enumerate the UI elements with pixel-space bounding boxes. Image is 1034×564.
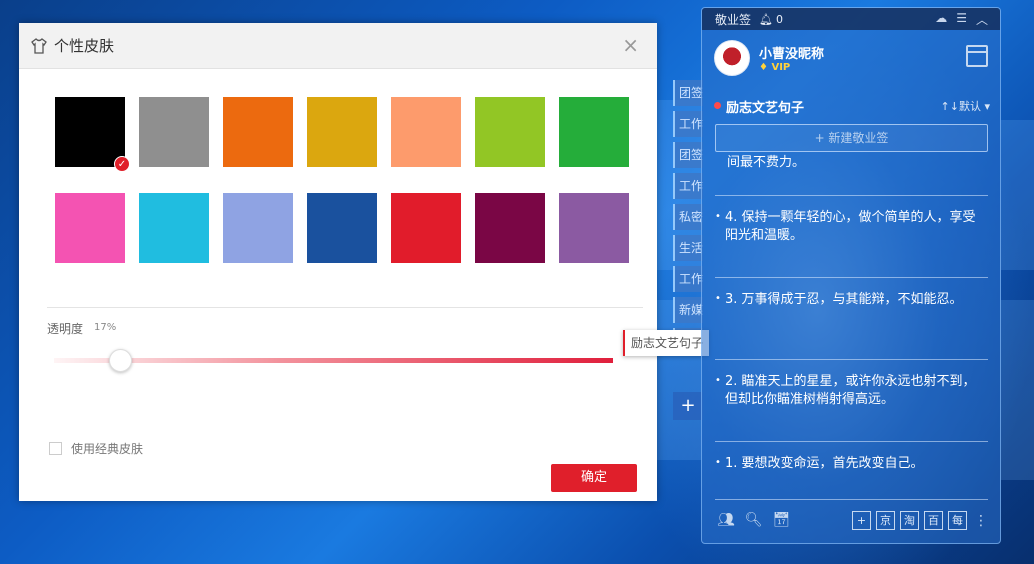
opacity-slider-track[interactable] — [54, 358, 613, 363]
color-swatch[interactable] — [223, 97, 293, 167]
app-title: 敬业签 — [715, 12, 752, 27]
note-separator — [715, 195, 988, 196]
vip-badge: ♦ VIP — [759, 62, 790, 73]
sort-label: ↑↓默认 — [940, 100, 981, 113]
classic-skin-label: 使用经典皮肤 — [71, 442, 144, 456]
note-bullet-icon: • — [715, 457, 721, 468]
classic-skin-option[interactable]: 使用经典皮肤 — [49, 440, 143, 457]
search-icon[interactable]: 🔍︎ — [745, 512, 763, 528]
user-name[interactable]: 小曹没昵称 — [759, 43, 879, 62]
quick-link-button[interactable]: 京 — [876, 511, 895, 530]
window-pane — [1001, 300, 1034, 480]
confirm-button[interactable]: 确定 — [551, 464, 637, 492]
side-tab[interactable]: 工作 — [673, 111, 703, 137]
skin-dialog: 个性皮肤 × ✓ 透明度 17% 使用经典皮肤 确定 — [19, 23, 657, 501]
collapse-icon[interactable]: ︿ — [976, 11, 988, 28]
color-swatch[interactable] — [307, 193, 377, 263]
close-icon[interactable]: × — [622, 34, 639, 56]
color-swatch[interactable] — [475, 193, 545, 263]
sort-dropdown[interactable]: ↑↓默认 ▾ — [941, 98, 990, 114]
quick-link-button[interactable]: 每 — [948, 511, 967, 530]
side-tab[interactable]: 团签 — [673, 80, 703, 106]
color-swatch[interactable] — [475, 97, 545, 167]
side-tab[interactable]: 私密 — [673, 204, 703, 230]
category-header: 励志文艺句子 ↑↓默认 ▾ — [714, 97, 990, 116]
panel-titlebar: 敬业签 🔔︎ 0 ☁ ☰ ︿ — [702, 8, 1000, 30]
caret-down-icon: ▾ — [984, 100, 990, 113]
new-note-input[interactable]: + 新建敬业签 — [715, 124, 988, 152]
color-swatch[interactable] — [559, 97, 629, 167]
window-pane — [1001, 120, 1034, 270]
color-swatch[interactable]: ✓ — [55, 97, 130, 172]
note-text: 3. 万事得成于忍，与其能辩，不如能忍。 — [725, 292, 963, 307]
quick-link-button[interactable]: 百 — [924, 511, 943, 530]
divider — [47, 307, 643, 308]
diamond-icon: ♦ — [759, 62, 768, 73]
note-bullet-icon: • — [715, 293, 721, 304]
note-separator — [715, 277, 988, 278]
add-category-button[interactable]: + — [673, 392, 703, 420]
color-swatch[interactable] — [307, 97, 377, 167]
color-swatch[interactable] — [559, 193, 629, 263]
category-dot-icon — [714, 102, 721, 109]
category-tooltip: 励志文艺句子 — [623, 330, 710, 356]
avatar[interactable] — [714, 40, 750, 76]
dialog-title: 个性皮肤 — [54, 37, 115, 55]
category-name: 励志文艺句子 — [726, 101, 805, 116]
selected-check-icon: ✓ — [114, 156, 130, 172]
opacity-slider-thumb[interactable] — [108, 349, 132, 372]
note-bullet-icon: • — [715, 375, 721, 386]
opacity-label: 透明度 — [47, 322, 84, 336]
note-separator — [715, 359, 988, 360]
schedule-icon[interactable]: 📅︎ — [773, 512, 791, 528]
note-text: 2. 瞄准天上的星星，或许你永远也射不到，但却比你瞄准树梢射得高远。 — [725, 374, 976, 407]
classic-skin-checkbox[interactable] — [49, 442, 62, 455]
note-text: 1. 要想改变命运，首先改变自己。 — [725, 456, 924, 471]
side-tab[interactable]: 新媒 — [673, 297, 703, 323]
side-tab[interactable]: 工作 — [673, 266, 703, 292]
menu-icon[interactable]: ☰ — [956, 11, 967, 28]
color-swatch[interactable] — [391, 97, 461, 167]
color-swatch[interactable] — [139, 193, 209, 263]
vip-label: VIP — [771, 62, 791, 73]
note-text: 4. 保持一颗年轻的心，做个简单的人，享受阳光和温暖。 — [725, 210, 976, 243]
note-panel: 敬业签 🔔︎ 0 ☁ ☰ ︿ 小曹没昵称 ♦ VIP 励志文艺句子 ↑↓默认 ▾… — [701, 7, 1001, 544]
color-swatch[interactable] — [55, 193, 125, 263]
side-tab[interactable]: 生活 — [673, 235, 703, 261]
user-profile: 小曹没昵称 ♦ VIP — [714, 40, 824, 76]
reminder-count: 0 — [775, 12, 783, 26]
note-list: 间最不费力。 • 4. 保持一颗年轻的心，做个简单的人，享受阳光和温暖。 • 3. 万… — [715, 153, 988, 501]
color-swatch[interactable] — [223, 193, 293, 263]
panel-bottom-bar: 👥︎ 🔍︎ 📅︎ + 京淘百每 ⋮ — [702, 503, 1000, 543]
calendar-icon[interactable] — [966, 45, 988, 67]
color-swatch[interactable] — [391, 193, 461, 263]
quick-link-button[interactable]: + — [852, 511, 871, 530]
more-icon[interactable]: ⋮ — [974, 513, 988, 529]
shirt-icon — [31, 37, 47, 54]
side-tab[interactable]: 团签 — [673, 142, 703, 168]
note-separator — [715, 499, 988, 500]
partial-note-text: 间最不费力。 — [727, 155, 806, 170]
contacts-icon[interactable]: 👥︎ — [717, 512, 735, 528]
window-pane — [657, 300, 701, 460]
side-tab[interactable]: 工作 — [673, 173, 703, 199]
opacity-value: 17% — [94, 322, 117, 333]
quick-link-button[interactable]: 淘 — [900, 511, 919, 530]
color-swatch[interactable] — [139, 97, 209, 167]
cloud-icon[interactable]: ☁ — [935, 11, 947, 28]
note-separator — [715, 441, 988, 442]
bell-icon[interactable]: 🔔︎ — [759, 13, 773, 26]
dialog-header: 个性皮肤 — [19, 23, 657, 69]
note-bullet-icon: • — [715, 211, 721, 222]
